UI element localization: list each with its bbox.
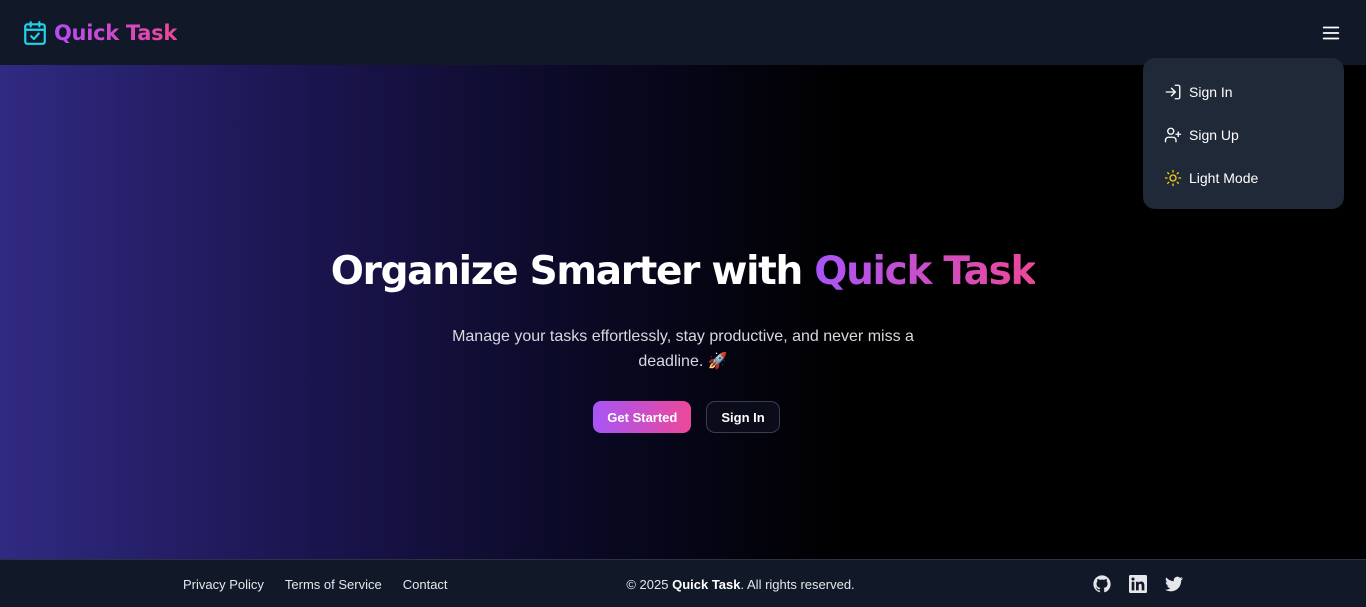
hero-actions: Get Started Sign In [0, 401, 1366, 433]
sign-in-icon [1165, 84, 1181, 99]
social-links [1093, 575, 1183, 593]
sun-icon [1164, 169, 1182, 186]
menu-item-sign-up[interactable]: Sign Up [1164, 113, 1344, 156]
calendar-check-icon [22, 20, 48, 46]
copyright-prefix: © 2025 [626, 577, 669, 592]
github-icon[interactable] [1093, 575, 1111, 593]
get-started-button[interactable]: Get Started [593, 401, 692, 433]
hero-title: Organize Smarter with Quick Task [0, 249, 1366, 294]
user-plus-icon [1164, 127, 1182, 142]
menu-item-label: Sign Up [1189, 126, 1239, 143]
top-navbar: Quick Task [0, 0, 1366, 65]
hamburger-menu-icon[interactable] [1318, 20, 1344, 46]
copyright-suffix: . All rights reserved. [740, 577, 855, 592]
nav-dropdown-menu: Sign In Sign Up Light Mode [1143, 58, 1344, 209]
menu-item-sign-in[interactable]: Sign In [1164, 70, 1344, 113]
menu-item-light-mode[interactable]: Light Mode [1164, 156, 1344, 199]
hero-title-prefix: Organize Smarter with [330, 249, 803, 294]
brand-name: Quick Task [54, 20, 177, 45]
hero-subtitle: Manage your tasks effortlessly, stay pro… [452, 328, 914, 370]
twitter-icon[interactable] [1165, 575, 1183, 593]
brand-logo[interactable]: Quick Task [22, 20, 177, 46]
menu-item-label: Sign In [1189, 83, 1233, 100]
linkedin-icon[interactable] [1129, 575, 1147, 593]
sign-in-button[interactable]: Sign In [706, 401, 780, 433]
site-footer: Privacy Policy Terms of Service Contact … [0, 559, 1366, 607]
hero-title-accent: Quick Task [814, 249, 1036, 294]
menu-item-label: Light Mode [1189, 169, 1259, 186]
copyright-brand: Quick Task [672, 577, 741, 592]
